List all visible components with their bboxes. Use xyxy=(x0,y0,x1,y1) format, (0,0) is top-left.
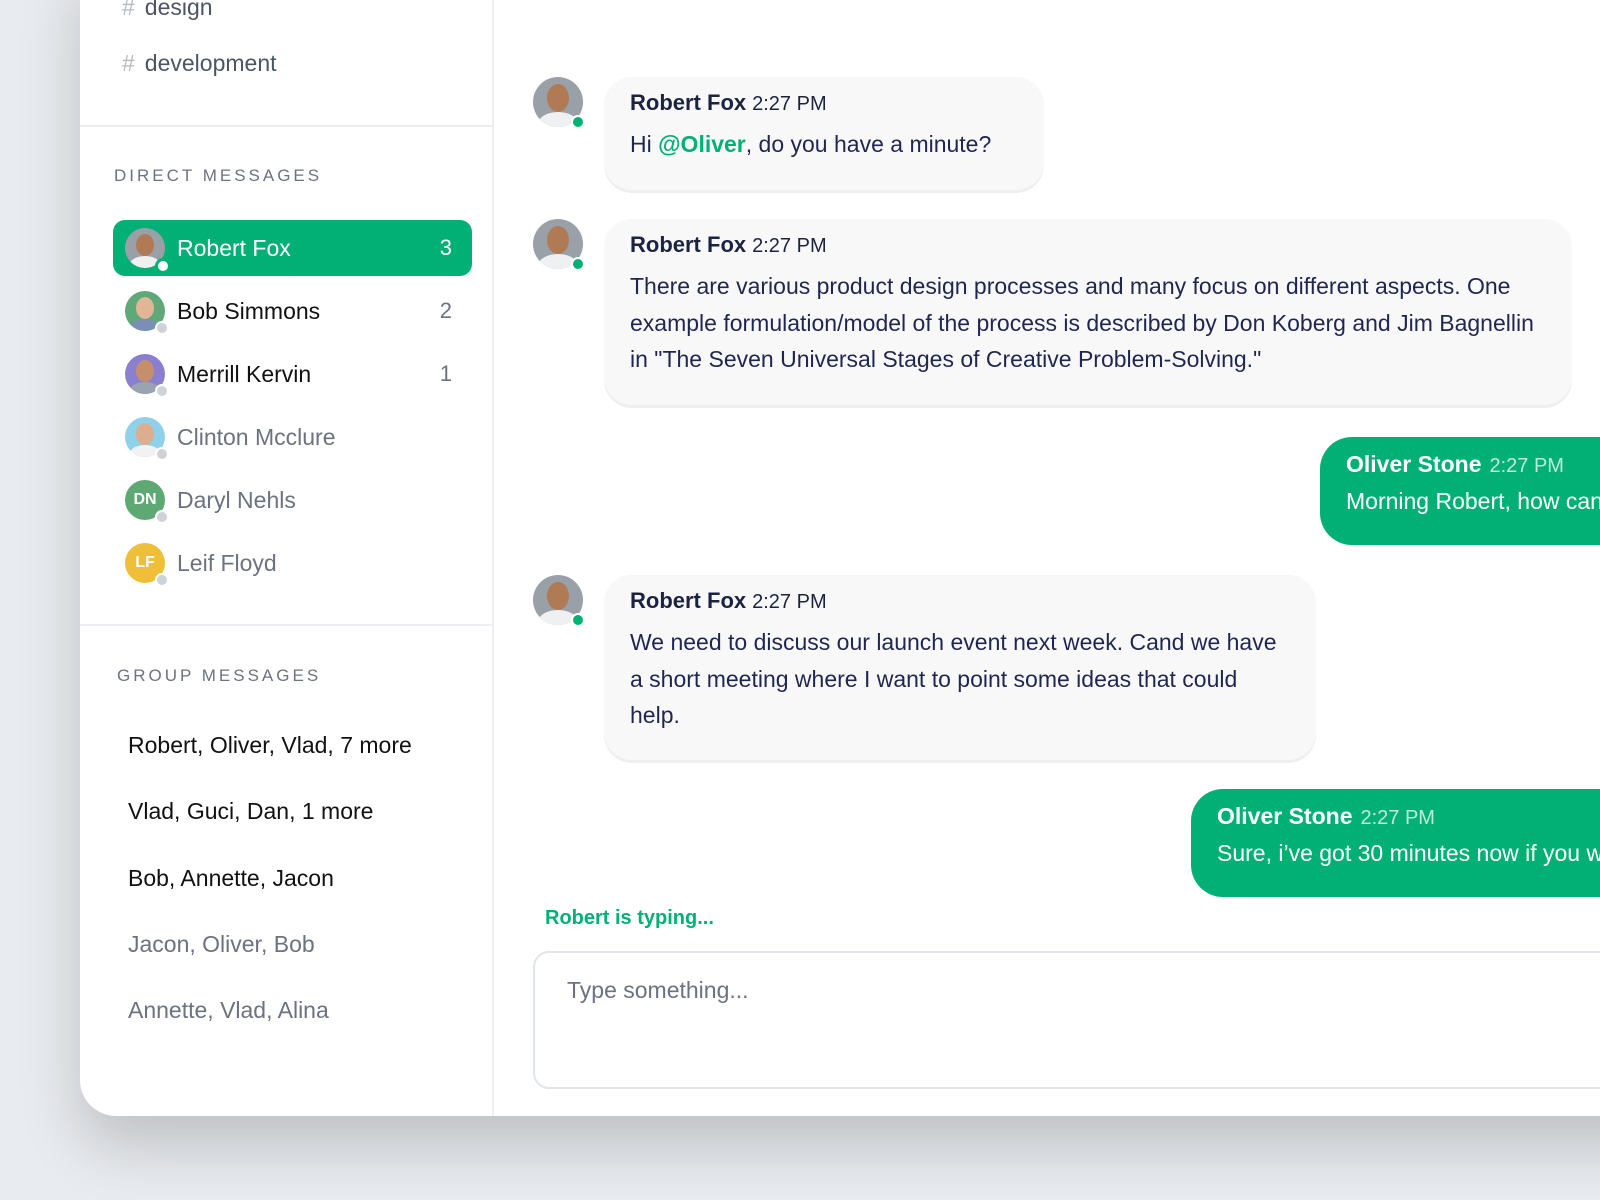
offline-status xyxy=(155,447,169,461)
dm-name: Robert Fox xyxy=(177,234,291,261)
message-bubble: Robert Fox 2:27 PM Hi @Oliver, do you hav… xyxy=(604,77,1044,190)
avatar: DN xyxy=(125,480,169,524)
mention-link[interactable]: @Oliver xyxy=(658,131,746,157)
text: Hi xyxy=(630,131,659,157)
direct-messages-heading: DIRECT MESSAGES xyxy=(114,166,323,185)
message-time: 2:27 PM xyxy=(752,235,827,257)
offline-status xyxy=(155,321,169,335)
hash-icon: # xyxy=(122,0,135,20)
message-time: 2:27 PM xyxy=(1489,455,1564,477)
message-bubble: Robert Fox 2:27 PM There are various prod… xyxy=(604,219,1572,405)
message-time: 2:27 PM xyxy=(752,93,827,115)
group-item[interactable]: Vlad, Guci, Dan, 1 more xyxy=(128,798,373,825)
online-status xyxy=(155,258,171,274)
avatar-initials: LF xyxy=(135,554,155,571)
unread-count: 2 xyxy=(439,298,452,323)
message-text: There are various product design process… xyxy=(630,273,1534,372)
avatar xyxy=(533,77,585,129)
channel-design[interactable]: # design xyxy=(122,0,213,21)
message-text: We need to discuss our launch event next… xyxy=(630,629,1277,728)
outgoing-message: Oliver Stone 2:27 PM Morning Robert, how … xyxy=(1320,437,1600,545)
message-time: 2:27 PM xyxy=(1360,807,1435,829)
message-input[interactable] xyxy=(533,951,1600,1089)
online-status xyxy=(571,115,585,129)
dm-bob-simmons[interactable]: Bob Simmons 2 xyxy=(113,283,472,339)
dm-robert-fox[interactable]: Robert Fox 3 xyxy=(113,220,472,276)
unread-count: 1 xyxy=(439,361,452,386)
message-author: Robert Fox xyxy=(630,90,747,115)
message-text: Sure, i’ve got 30 minutes now if you wan… xyxy=(1217,840,1600,866)
message-text: Morning Robert, how can I help you? xyxy=(1346,488,1600,514)
dm-leif-floyd[interactable]: LF Leif Floyd xyxy=(113,535,472,591)
dm-name: Merrill Kervin xyxy=(177,360,312,387)
divider xyxy=(80,125,494,127)
offline-status xyxy=(155,384,169,398)
message-bubble: Robert Fox 2:27 PM We need to discuss our… xyxy=(604,575,1316,760)
group-item[interactable]: Robert, Oliver, Vlad, 7 more xyxy=(128,732,412,759)
message-author: Oliver Stone xyxy=(1346,451,1482,477)
avatar xyxy=(125,228,171,274)
avatar xyxy=(125,417,169,461)
message-author: Robert Fox xyxy=(630,232,747,257)
dm-name: Clinton Mcclure xyxy=(177,423,336,450)
dm-daryl-nehls[interactable]: DN Daryl Nehls xyxy=(113,472,472,528)
message-author: Oliver Stone xyxy=(1217,803,1353,829)
message-time: 2:27 PM xyxy=(752,591,827,613)
text: , do you have a minute? xyxy=(745,131,992,157)
offline-status xyxy=(155,510,169,524)
hash-icon: # xyxy=(122,50,135,76)
group-item[interactable]: Jacon, Oliver, Bob xyxy=(128,931,315,958)
avatar xyxy=(125,291,169,335)
message-text: Hi @Oliver, do you have a minute? xyxy=(630,126,1018,163)
group-messages-heading: GROUP MESSAGES xyxy=(117,666,322,685)
typing-indicator: Robert is typing... xyxy=(545,907,714,929)
avatar xyxy=(533,219,585,271)
avatar xyxy=(533,575,585,627)
divider xyxy=(80,624,494,626)
dm-name: Bob Simmons xyxy=(177,297,321,324)
offline-status xyxy=(155,573,169,587)
message-author: Robert Fox xyxy=(630,588,747,613)
group-item[interactable]: Bob, Annette, Jacon xyxy=(128,865,334,892)
dm-merrill-kervin[interactable]: Merrill Kervin 1 xyxy=(113,346,472,402)
dm-name: Daryl Nehls xyxy=(177,486,296,513)
channel-development[interactable]: # development xyxy=(122,50,277,77)
online-status xyxy=(571,257,585,271)
group-item[interactable]: Annette, Vlad, Alina xyxy=(128,997,329,1024)
unread-count: 3 xyxy=(439,235,452,260)
avatar: LF xyxy=(125,543,169,587)
outgoing-message: Oliver Stone 2:27 PM Sure, i’ve got 30 mi… xyxy=(1191,789,1600,897)
dm-clinton-mcclure[interactable]: Clinton Mcclure xyxy=(113,409,472,465)
channel-label: development xyxy=(144,50,277,76)
sidebar: # design # development DIRECT MESSAGES Rob… xyxy=(80,0,494,1116)
avatar xyxy=(125,354,169,398)
avatar-initials: DN xyxy=(133,491,157,508)
channel-label: design xyxy=(144,0,213,20)
online-status xyxy=(571,613,585,627)
dm-name: Leif Floyd xyxy=(177,549,277,576)
